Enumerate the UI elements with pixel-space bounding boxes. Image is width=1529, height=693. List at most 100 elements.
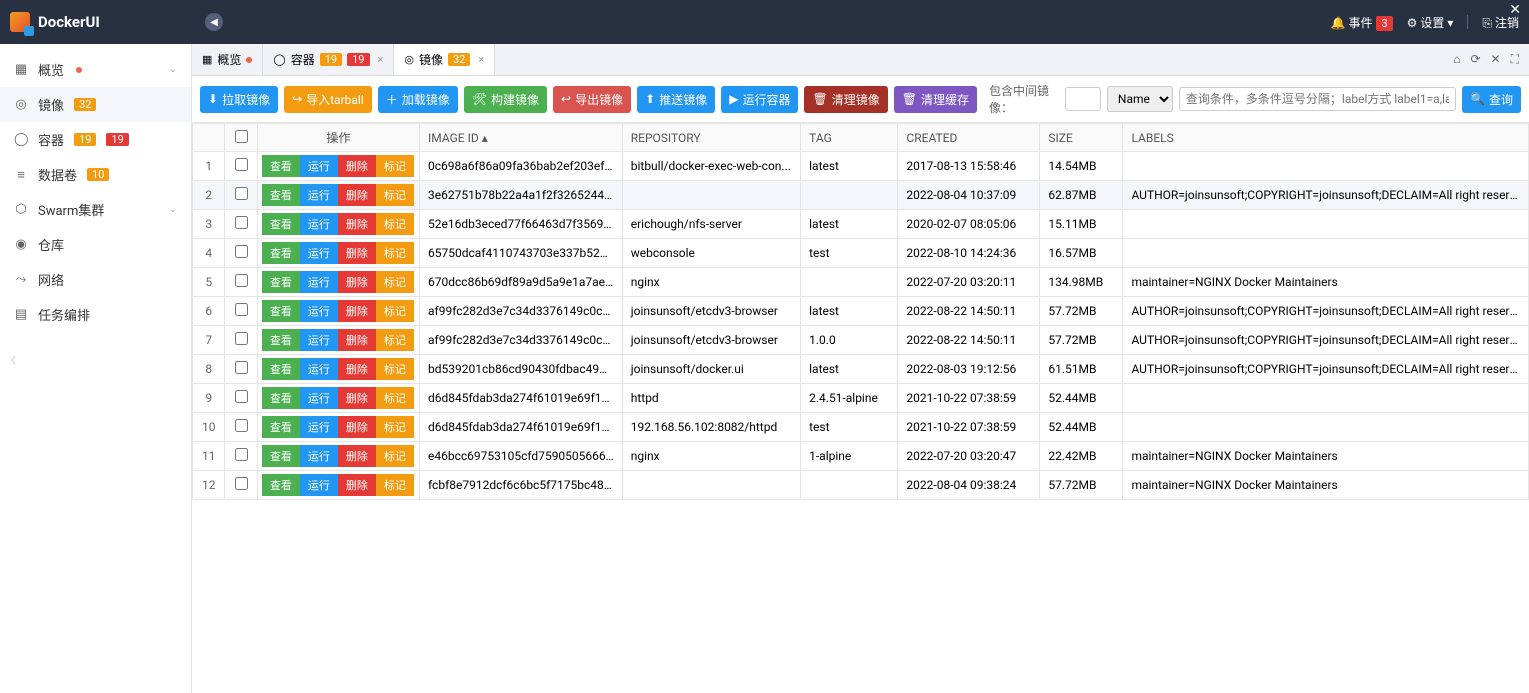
sidebar-collapse-icon[interactable]: ◀ [205,13,223,31]
row-checkbox[interactable] [235,448,248,461]
tag-button[interactable]: 标记 [376,358,414,380]
row-checkbox[interactable] [235,158,248,171]
table-row[interactable]: 6查看运行删除标记af99fc282d3e7c34d3376149c0c6ef.… [193,297,1529,326]
table-row[interactable]: 5查看运行删除标记670dcc86b69df89a9d5a9e1a7ae5b..… [193,268,1529,297]
run-container-button[interactable]: ▶运行容器 [721,86,798,113]
sidebar-item-images[interactable]: ◎镜像32 [0,87,191,122]
view-button[interactable]: 查看 [262,387,300,409]
view-button[interactable]: 查看 [262,300,300,322]
table-row[interactable]: 2查看运行删除标记3e62751b78b22a4a1f2f3265244ef6.… [193,181,1529,210]
view-button[interactable]: 查看 [262,271,300,293]
table-row[interactable]: 8查看运行删除标记bd539201cb86cd90430fdbac4917d..… [193,355,1529,384]
table-row[interactable]: 9查看运行删除标记d6d845fdab3da274f61019e69f19e..… [193,384,1529,413]
view-button[interactable]: 查看 [262,184,300,206]
delete-button[interactable]: 删除 [338,242,376,264]
table-row[interactable]: 12查看运行删除标记fcbf8e7912dcf6c6bc5f7175bc4884… [193,471,1529,500]
delete-button[interactable]: 删除 [338,329,376,351]
tag-button[interactable]: 标记 [376,184,414,206]
build-image-button[interactable]: 🛠构建镜像 [464,86,547,113]
run-button[interactable]: 运行 [300,300,338,322]
sidebar-item-swarm[interactable]: ⬡Swarm集群⌄ [0,192,191,227]
tag-button[interactable]: 标记 [376,474,414,496]
window-close-icon[interactable]: ✕ [1509,2,1521,18]
delete-button[interactable]: 删除 [338,300,376,322]
pull-image-button[interactable]: ⬇拉取镜像 [200,86,278,113]
run-button[interactable]: 运行 [300,387,338,409]
table-row[interactable]: 10查看运行删除标记d6d845fdab3da274f61019e69f19e.… [193,413,1529,442]
tag-button[interactable]: 标记 [376,329,414,351]
view-button[interactable]: 查看 [262,213,300,235]
delete-button[interactable]: 删除 [338,271,376,293]
col-repository[interactable]: REPOSITORY [622,124,800,152]
delete-button[interactable]: 删除 [338,213,376,235]
col-created[interactable]: CREATED [898,124,1040,152]
run-button[interactable]: 运行 [300,155,338,177]
tag-button[interactable]: 标记 [376,445,414,467]
fullscreen-icon[interactable]: ⛶ [1511,52,1519,67]
select-all-checkbox[interactable] [235,130,248,143]
view-button[interactable]: 查看 [262,416,300,438]
search-input[interactable] [1179,87,1456,111]
tag-button[interactable]: 标记 [376,213,414,235]
import-tarball-button[interactable]: ↪导入tarball [284,86,372,113]
tag-button[interactable]: 标记 [376,155,414,177]
include-intermediate-input[interactable] [1065,87,1101,111]
view-button[interactable]: 查看 [262,155,300,177]
settings-link[interactable]: ⚙ 设置 ▾ [1407,14,1454,31]
run-button[interactable]: 运行 [300,416,338,438]
nav-prev-icon[interactable]: ‹ [10,347,17,372]
row-checkbox[interactable] [235,216,248,229]
table-row[interactable]: 11查看运行删除标记e46bcc69753105cfd75905056666b.… [193,442,1529,471]
row-checkbox[interactable] [235,477,248,490]
close-all-icon[interactable]: ✕ [1491,52,1501,67]
run-button[interactable]: 运行 [300,445,338,467]
delete-button[interactable]: 删除 [338,184,376,206]
table-row[interactable]: 4查看运行删除标记65750dcaf4110743703e337b5258e..… [193,239,1529,268]
row-checkbox[interactable] [235,274,248,287]
events-link[interactable]: 🔔 事件3 [1331,14,1393,31]
tab-close-icon[interactable]: × [478,53,484,66]
row-checkbox[interactable] [235,419,248,432]
table-row[interactable]: 1查看运行删除标记0c698a6f86a09fa36bab2ef203efe2f… [193,152,1529,181]
tab-images[interactable]: ◎镜像32× [394,44,495,75]
col-tag[interactable]: TAG [801,124,898,152]
row-checkbox[interactable] [235,303,248,316]
sidebar-item-overview[interactable]: ▦概览⌄ [0,52,191,87]
col-op[interactable]: 操作 [257,124,419,152]
row-checkbox[interactable] [235,390,248,403]
run-button[interactable]: 运行 [300,213,338,235]
run-button[interactable]: 运行 [300,184,338,206]
tag-button[interactable]: 标记 [376,387,414,409]
push-image-button[interactable]: ⬆推送镜像 [637,86,715,113]
run-button[interactable]: 运行 [300,358,338,380]
tag-button[interactable]: 标记 [376,271,414,293]
clean-image-button[interactable]: 🗑清理镜像 [804,86,887,113]
run-button[interactable]: 运行 [300,474,338,496]
sidebar-item-containers[interactable]: ◯容器1919 [0,122,191,157]
view-button[interactable]: 查看 [262,329,300,351]
run-button[interactable]: 运行 [300,242,338,264]
view-button[interactable]: 查看 [262,358,300,380]
table-row[interactable]: 7查看运行删除标记af99fc282d3e7c34d3376149c0c6ef.… [193,326,1529,355]
tab-containers[interactable]: ◯容器1919× [263,44,394,75]
tab-close-icon[interactable]: × [378,53,384,66]
tab-overview[interactable]: ▦概览 [192,44,263,75]
sidebar-item-network[interactable]: ⤳网络 [0,262,191,297]
tag-button[interactable]: 标记 [376,416,414,438]
delete-button[interactable]: 删除 [338,474,376,496]
load-image-button[interactable]: ＋加载镜像 [378,86,458,113]
sidebar-item-registry[interactable]: ◉仓库 [0,227,191,262]
col-size[interactable]: SIZE [1040,124,1123,152]
run-button[interactable]: 运行 [300,271,338,293]
run-button[interactable]: 运行 [300,329,338,351]
view-button[interactable]: 查看 [262,445,300,467]
view-button[interactable]: 查看 [262,242,300,264]
search-button[interactable]: 🔍查询 [1462,86,1521,113]
col-imageid[interactable]: IMAGE ID ▴ [420,124,623,152]
row-checkbox[interactable] [235,361,248,374]
home-icon[interactable]: ⌂ [1453,52,1460,67]
sidebar-item-tasks[interactable]: ▤任务编排 [0,297,191,332]
tag-button[interactable]: 标记 [376,300,414,322]
delete-button[interactable]: 删除 [338,358,376,380]
row-checkbox[interactable] [235,332,248,345]
